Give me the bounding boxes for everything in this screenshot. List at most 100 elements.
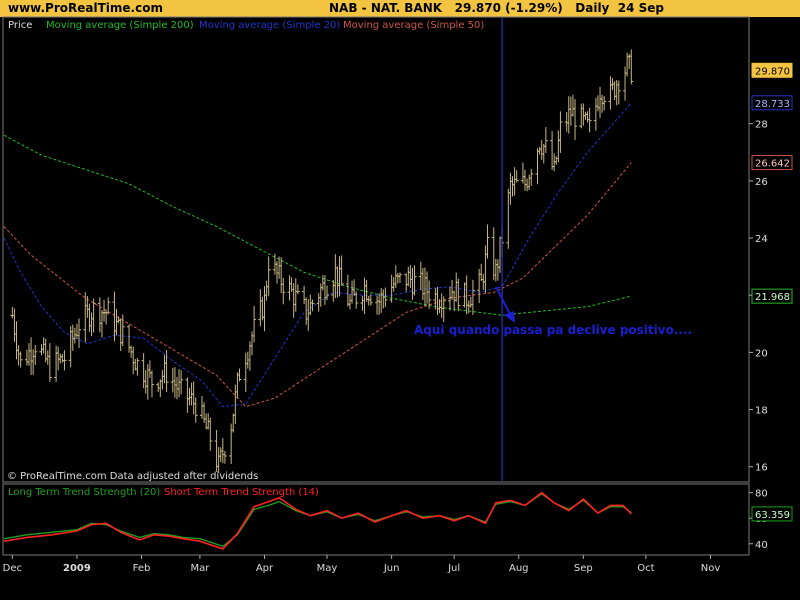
- ohlc-bar: [527, 174, 532, 191]
- ohlc-bar: [479, 263, 484, 282]
- ohlc-bar: [131, 346, 136, 375]
- ohlc-bar: [418, 261, 423, 290]
- axis-layer: 16182022242628406080Dec2009FebMarAprMayJ…: [3, 120, 768, 574]
- ohlc-bar: [160, 370, 165, 390]
- price-legend-item: Price: [8, 20, 32, 31]
- ohlc-bar: [308, 294, 313, 316]
- ohlc-bar: [164, 350, 169, 393]
- ohlc-bar: [587, 107, 592, 133]
- ohlc-bar: [425, 271, 430, 304]
- time-tick-label: Jun: [383, 563, 400, 574]
- ohlc-bar: [558, 111, 563, 153]
- ohlc-bar: [583, 111, 588, 120]
- ohlc-bar: [556, 130, 561, 163]
- ohlc-bar: [47, 343, 52, 382]
- ohlc-bar: [318, 283, 323, 307]
- indicator-layer: [3, 491, 632, 550]
- ohlc-bar: [568, 96, 573, 126]
- price-value-text: 29.870: [755, 66, 790, 77]
- text-layer: 29.870 28.733 26.642 21.968 63.359 Price Movin…: [7, 20, 793, 522]
- ohlc-bar: [156, 382, 161, 392]
- ohlc-bar: [237, 368, 242, 382]
- ohlc-bar: [602, 96, 607, 111]
- ohlc-bar: [350, 280, 355, 304]
- ohlc-bar: [114, 308, 119, 336]
- ohlc-bar: [250, 331, 254, 356]
- ohlc-bar: [275, 261, 280, 284]
- ohlc-bar: [512, 167, 517, 196]
- ohlc-bar: [287, 275, 292, 301]
- ohlc-bar: [381, 289, 386, 309]
- ohlc-bar: [216, 447, 221, 473]
- ohlc-bar: [179, 370, 184, 395]
- ohlc-bar: [220, 438, 225, 464]
- ohlc-bar: [266, 256, 271, 297]
- ohlc-bar: [91, 298, 96, 333]
- time-tick-label: Apr: [256, 563, 274, 574]
- ohlc-bar: [422, 267, 427, 307]
- ohlc-bar: [97, 297, 102, 333]
- ohlc-bar: [493, 258, 498, 282]
- ohlc-bar: [360, 295, 365, 311]
- price-tick-label: 26: [755, 177, 768, 188]
- ohlc-bar: [347, 294, 352, 310]
- ohlc-bar: [404, 273, 409, 292]
- ohlc-bar: [514, 170, 519, 183]
- ohlc-bar: [593, 97, 598, 131]
- ohlc-bar: [45, 350, 50, 365]
- ohlc-bar: [539, 140, 544, 160]
- ohlc-bar: [24, 349, 29, 366]
- ohlc-bar: [506, 188, 511, 249]
- ohlc-bar: [83, 292, 88, 343]
- indicator-tick-label: 80: [755, 489, 768, 500]
- ohlc-bar: [537, 146, 542, 155]
- ohlc-bar: [58, 353, 63, 364]
- ohlc-bar: [325, 285, 330, 301]
- ohlc-bar: [27, 343, 32, 366]
- ohlc-bar: [441, 296, 446, 323]
- ohlc-bar: [16, 345, 21, 366]
- ohlc-bar: [510, 176, 515, 197]
- ohlc-bar: [12, 308, 17, 342]
- ohlc-bar: [222, 451, 227, 464]
- ohlc-bar: [529, 168, 534, 186]
- ohlc-bar: [104, 309, 109, 325]
- ohlc-bar: [162, 354, 167, 384]
- ohlc-bar: [218, 447, 223, 463]
- price-tick-label: 28: [755, 120, 768, 131]
- ohlc-bar: [191, 381, 196, 415]
- st-strength-line: [3, 491, 632, 550]
- ohlc-bar: [41, 337, 46, 354]
- chart-canvas[interactable]: 16182022242628406080Dec2009FebMarAprMayJ…: [0, 0, 800, 600]
- ohlc-bar: [31, 349, 36, 375]
- ohlc-bar: [18, 351, 23, 368]
- price-tick-label: 24: [755, 234, 768, 245]
- time-tick-label: Jul: [447, 563, 460, 574]
- ohlc-bar: [70, 324, 75, 351]
- annotation-text: Aqui quando passa pa declive positivo...…: [414, 323, 692, 337]
- ohlc-bar: [368, 294, 373, 306]
- ohlc-bar: [623, 66, 628, 101]
- ohlc-bar: [566, 96, 571, 134]
- ohlc-bar: [68, 326, 73, 368]
- ohlc-bar: [397, 272, 402, 283]
- ohlc-bar: [185, 377, 190, 413]
- ohlc-bar: [277, 256, 282, 279]
- ohlc-bar: [143, 370, 148, 394]
- time-tick-label: May: [317, 563, 338, 574]
- ohlc-bar: [99, 310, 104, 338]
- ohlc-bar: [193, 397, 198, 423]
- ohlc-bar: [233, 384, 238, 424]
- ohlc-bar: [331, 280, 336, 302]
- ohlc-bar: [439, 293, 444, 318]
- ohlc-bar: [77, 318, 82, 348]
- ohlc-bar: [306, 299, 311, 331]
- ohlc-bar: [543, 127, 548, 153]
- ohlc-bar: [127, 324, 132, 353]
- ohlc-bar: [235, 372, 240, 399]
- ohlc-bar: [135, 358, 140, 376]
- price-panel-frame: [2, 16, 750, 483]
- ohlc-bar: [410, 267, 415, 300]
- ohlc-bar: [149, 370, 154, 398]
- ohlc-bar: [393, 265, 398, 288]
